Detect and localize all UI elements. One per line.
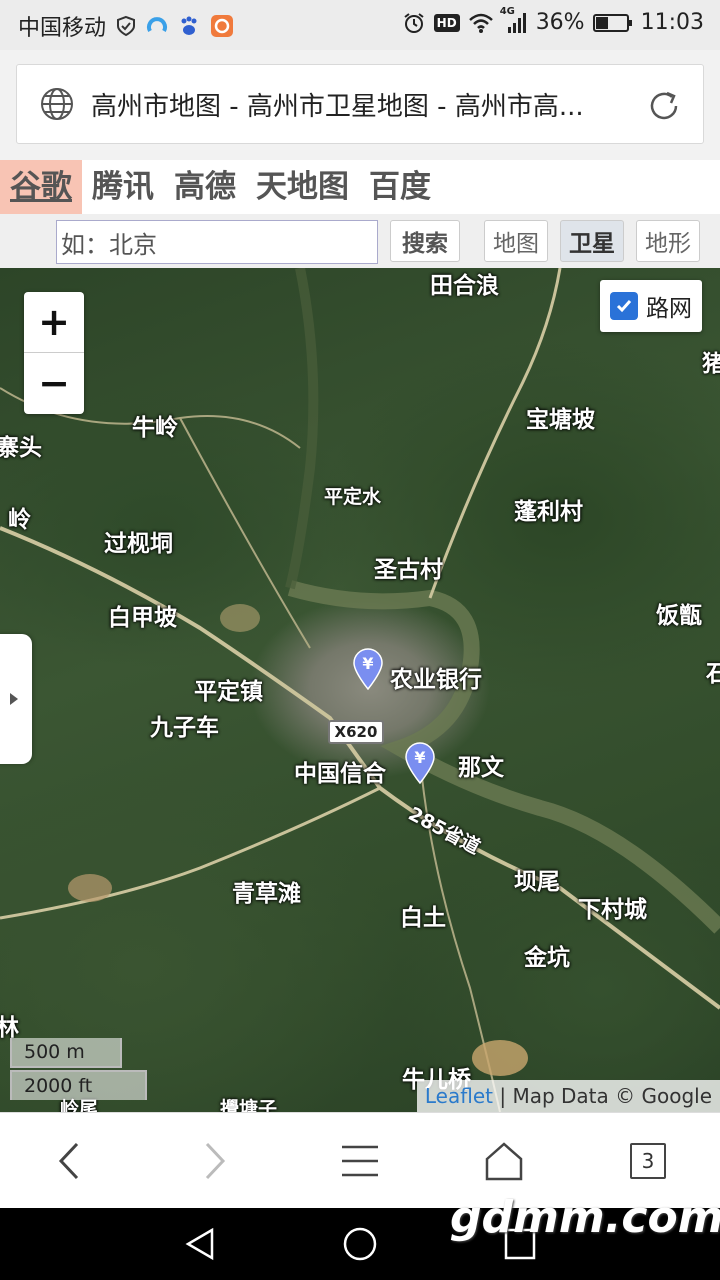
satellite-map[interactable]: + − 路网 田合浪 猪 牛岭 宝塘坡 寨头 平定水 蓬利村 岭 过枧垌 圣古村… [0, 268, 720, 1112]
forward-button[interactable] [190, 1139, 238, 1183]
page-title[interactable]: 高州市地图 - 高州市卫星地图 - 高州市高... [91, 86, 621, 123]
chevron-right-icon [10, 693, 18, 705]
browser-app-icon [146, 15, 168, 37]
nav-home-icon[interactable] [342, 1226, 378, 1262]
place-label: 下村城 [578, 897, 647, 923]
clock: 11:03 [640, 10, 704, 35]
chevron-left-icon [58, 1142, 79, 1180]
zoom-out-button[interactable]: − [24, 353, 84, 413]
terrain-mode-button[interactable]: 地形 [636, 220, 700, 262]
baidu-app-icon [178, 15, 200, 37]
home-icon [485, 1142, 523, 1181]
attribution-text: | Map Data © Google [492, 1084, 712, 1108]
road-shield: X620 [328, 720, 384, 744]
place-label: 青草滩 [232, 881, 301, 907]
provider-tab-google[interactable]: 谷歌 [0, 160, 82, 214]
globe-icon [41, 88, 73, 120]
watermark: gdmm.com [450, 1192, 720, 1243]
scale-bar-metric: 500 m [10, 1038, 122, 1068]
map-attribution: Leaflet | Map Data © Google [416, 1080, 720, 1112]
road-overlay [0, 268, 720, 1112]
place-label: 田合浪 [430, 273, 499, 299]
provider-tab-tencent[interactable]: 腾讯 [82, 160, 164, 214]
network-label: 4G [499, 5, 515, 17]
svg-text:¥: ¥ [414, 748, 425, 767]
provider-tab-tianditu[interactable]: 天地图 [246, 160, 359, 214]
place-label: 平定水 [324, 486, 382, 508]
battery-icon [592, 12, 633, 34]
chevron-right-icon [205, 1142, 226, 1180]
place-label: 宝塘坡 [526, 407, 595, 433]
place-label: 九子车 [150, 715, 219, 741]
side-panel-handle[interactable] [0, 634, 32, 764]
tab-count: 3 [630, 1143, 666, 1179]
provider-tab-baidu[interactable]: 百度 [359, 160, 441, 214]
wifi-icon [468, 12, 494, 34]
search-input[interactable] [56, 220, 378, 264]
place-label: 石 [706, 661, 720, 687]
battery-percent: 36% [535, 10, 585, 35]
bank-marker-icon[interactable]: ¥ [404, 742, 436, 784]
place-label: 寨头 [0, 435, 42, 461]
place-label: 那文 [458, 755, 504, 781]
hamburger-menu-icon [342, 1145, 378, 1177]
zoom-control: + − [24, 292, 84, 414]
place-label: 林 [0, 1015, 19, 1041]
place-label: 平定镇 [194, 679, 263, 705]
provider-tab-amap[interactable]: 高德 [164, 160, 246, 214]
nav-back-icon[interactable] [182, 1226, 218, 1262]
checkbox-checked-icon[interactable] [610, 292, 638, 320]
shield-icon [116, 15, 136, 37]
place-label: 白甲坡 [108, 605, 177, 631]
road-network-toggle[interactable]: 路网 [600, 280, 702, 332]
map-provider-tabs: 谷歌 腾讯 高德 天地图 百度 [0, 160, 720, 214]
place-label: 农业银行 [390, 667, 482, 693]
carrier-label: 中国移动 [18, 16, 107, 41]
scale-bar-imperial: 2000 ft [10, 1070, 147, 1100]
svg-text:¥: ¥ [362, 654, 373, 673]
signal-icon: 4G [500, 6, 528, 34]
status-bar: 中国移动 HD 4G 36% 11:03 [0, 0, 720, 50]
satellite-mode-button[interactable]: 卫星 [560, 220, 624, 262]
bank-marker-icon[interactable]: ¥ [352, 648, 384, 690]
alarm-icon [402, 11, 426, 35]
place-label: 蓬利村 [514, 499, 583, 525]
home-button[interactable] [480, 1139, 528, 1183]
place-label: 圣古村 [374, 557, 443, 583]
back-button[interactable] [46, 1139, 94, 1183]
leaflet-link[interactable]: Leaflet [425, 1084, 493, 1108]
place-label: 岭 [8, 507, 31, 533]
place-label: 饭甑 [656, 603, 702, 629]
game-app-icon [210, 14, 234, 38]
address-bar-container: 高州市地图 - 高州市卫星地图 - 高州市高... [0, 50, 720, 160]
place-label: 牛岭 [132, 415, 178, 441]
map-mode-button[interactable]: 地图 [484, 220, 548, 262]
menu-button[interactable] [336, 1139, 384, 1183]
road-network-label: 路网 [646, 296, 692, 322]
address-bar[interactable]: 高州市地图 - 高州市卫星地图 - 高州市高... [16, 64, 704, 144]
place-label: 中国信合 [294, 761, 386, 787]
hd-badge: HD [433, 13, 460, 32]
zoom-in-button[interactable]: + [24, 292, 84, 352]
place-label: 坝尾 [514, 869, 560, 895]
tabs-button[interactable]: 3 [624, 1139, 672, 1183]
reload-icon[interactable] [645, 87, 683, 125]
place-label: 过枧垌 [104, 531, 173, 557]
place-label: 金坑 [524, 945, 570, 971]
place-label: 白土 [400, 905, 446, 931]
place-label: 攪塘子 [220, 1098, 278, 1112]
search-toolbar: 搜索 地图 卫星 地形 [0, 214, 720, 268]
place-label: 猪 [702, 351, 720, 377]
search-button[interactable]: 搜索 [390, 220, 460, 262]
